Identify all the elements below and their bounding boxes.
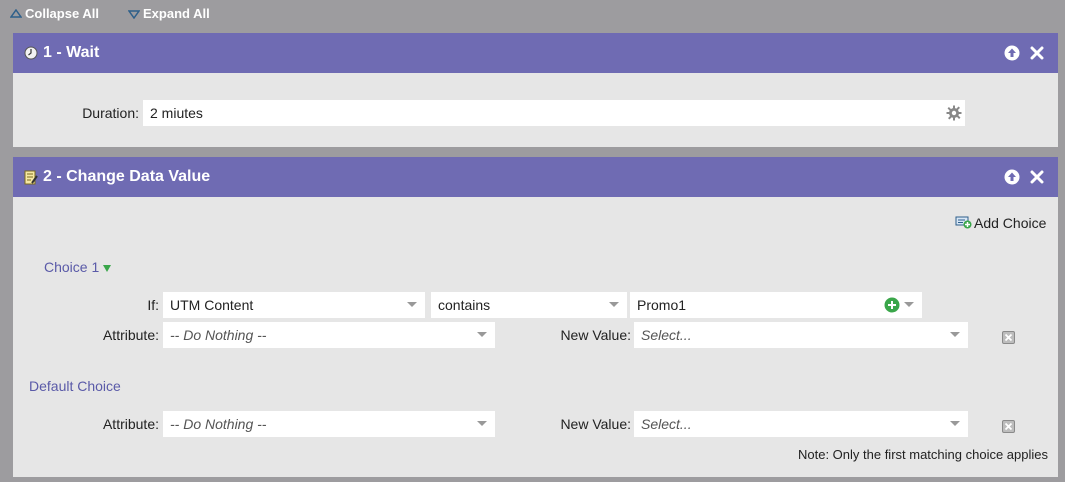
collapse-all-button[interactable]: Collapse All xyxy=(10,6,99,21)
chevron-down-icon xyxy=(950,421,960,426)
add-value-icon[interactable] xyxy=(884,297,900,316)
if-field-select[interactable]: UTM Content xyxy=(163,292,425,318)
add-choice-button[interactable]: Add Choice xyxy=(955,214,1046,232)
move-up-icon[interactable] xyxy=(1004,45,1020,61)
if-field-value: UTM Content xyxy=(170,297,254,313)
clock-icon xyxy=(23,45,39,61)
operator-value: contains xyxy=(438,297,491,313)
chevron-down-icon xyxy=(904,302,914,307)
choice-1-toggle[interactable]: Choice 1 xyxy=(44,259,112,275)
default-new-value-label: New Value: xyxy=(560,416,631,432)
add-choice-icon xyxy=(955,214,972,232)
if-label: If: xyxy=(147,297,159,313)
default-choice-title: Default Choice xyxy=(29,378,121,394)
chevron-down-icon xyxy=(407,302,417,307)
choice-1-title: Choice 1 xyxy=(44,259,100,275)
step-change-data-value-panel: 2 - Change Data Value Add Choice Choice … xyxy=(13,157,1058,477)
top-toolbar: Collapse All Expand All xyxy=(0,0,1065,28)
matching-note: Note: Only the first matching choice app… xyxy=(797,447,1048,462)
default-attribute-label: Attribute: xyxy=(102,416,159,432)
close-icon[interactable] xyxy=(1030,46,1044,60)
new-value-placeholder: Select... xyxy=(641,327,692,343)
step-wait-header[interactable]: 1 - Wait xyxy=(13,33,1058,73)
collapse-all-label: Collapse All xyxy=(25,6,99,21)
gear-icon[interactable] xyxy=(946,105,962,124)
chevron-down-icon xyxy=(950,332,960,337)
expand-all-button[interactable]: Expand All xyxy=(128,6,210,21)
match-value: Promo1 xyxy=(637,297,687,313)
default-attribute-select[interactable]: -- Do Nothing -- xyxy=(163,411,495,437)
step-wait-actions xyxy=(1004,45,1044,61)
step-wait-title: 1 - Wait xyxy=(43,44,100,61)
remove-default-choice-icon[interactable] xyxy=(1002,420,1015,433)
new-value-label: New Value: xyxy=(560,327,631,343)
chevron-down-icon xyxy=(609,302,619,307)
match-value-input[interactable]: Promo1 xyxy=(630,292,922,318)
attribute-value: -- Do Nothing -- xyxy=(170,327,267,343)
expand-all-label: Expand All xyxy=(143,6,210,21)
duration-label: Duration: xyxy=(82,105,139,121)
attribute-select[interactable]: -- Do Nothing -- xyxy=(163,322,495,348)
default-new-value-select[interactable]: Select... xyxy=(634,411,968,437)
chevron-down-icon xyxy=(477,421,487,426)
step-change-data-value-header[interactable]: 2 - Change Data Value xyxy=(13,157,1058,197)
triangle-down-icon xyxy=(128,9,140,19)
duration-input[interactable]: 2 miutes xyxy=(143,100,965,126)
step-wait-panel: 1 - Wait Duration: 2 miutes xyxy=(13,33,1058,147)
move-up-icon[interactable] xyxy=(1004,169,1020,185)
step-change-actions xyxy=(1004,169,1044,185)
triangle-up-icon xyxy=(10,8,22,19)
attribute-label: Attribute: xyxy=(102,327,159,343)
step-change-data-value-title: 2 - Change Data Value xyxy=(43,168,211,185)
add-choice-label: Add Choice xyxy=(974,215,1047,231)
chevron-down-icon xyxy=(477,332,487,337)
default-attribute-value: -- Do Nothing -- xyxy=(170,416,267,432)
new-value-select[interactable]: Select... xyxy=(634,322,968,348)
edit-note-icon xyxy=(23,169,39,185)
close-icon[interactable] xyxy=(1030,170,1044,184)
duration-value: 2 miutes xyxy=(150,105,203,121)
remove-choice-icon[interactable] xyxy=(1002,331,1015,344)
default-new-value-placeholder: Select... xyxy=(641,416,692,432)
triangle-down-icon xyxy=(103,259,112,275)
operator-select[interactable]: contains xyxy=(431,292,627,318)
